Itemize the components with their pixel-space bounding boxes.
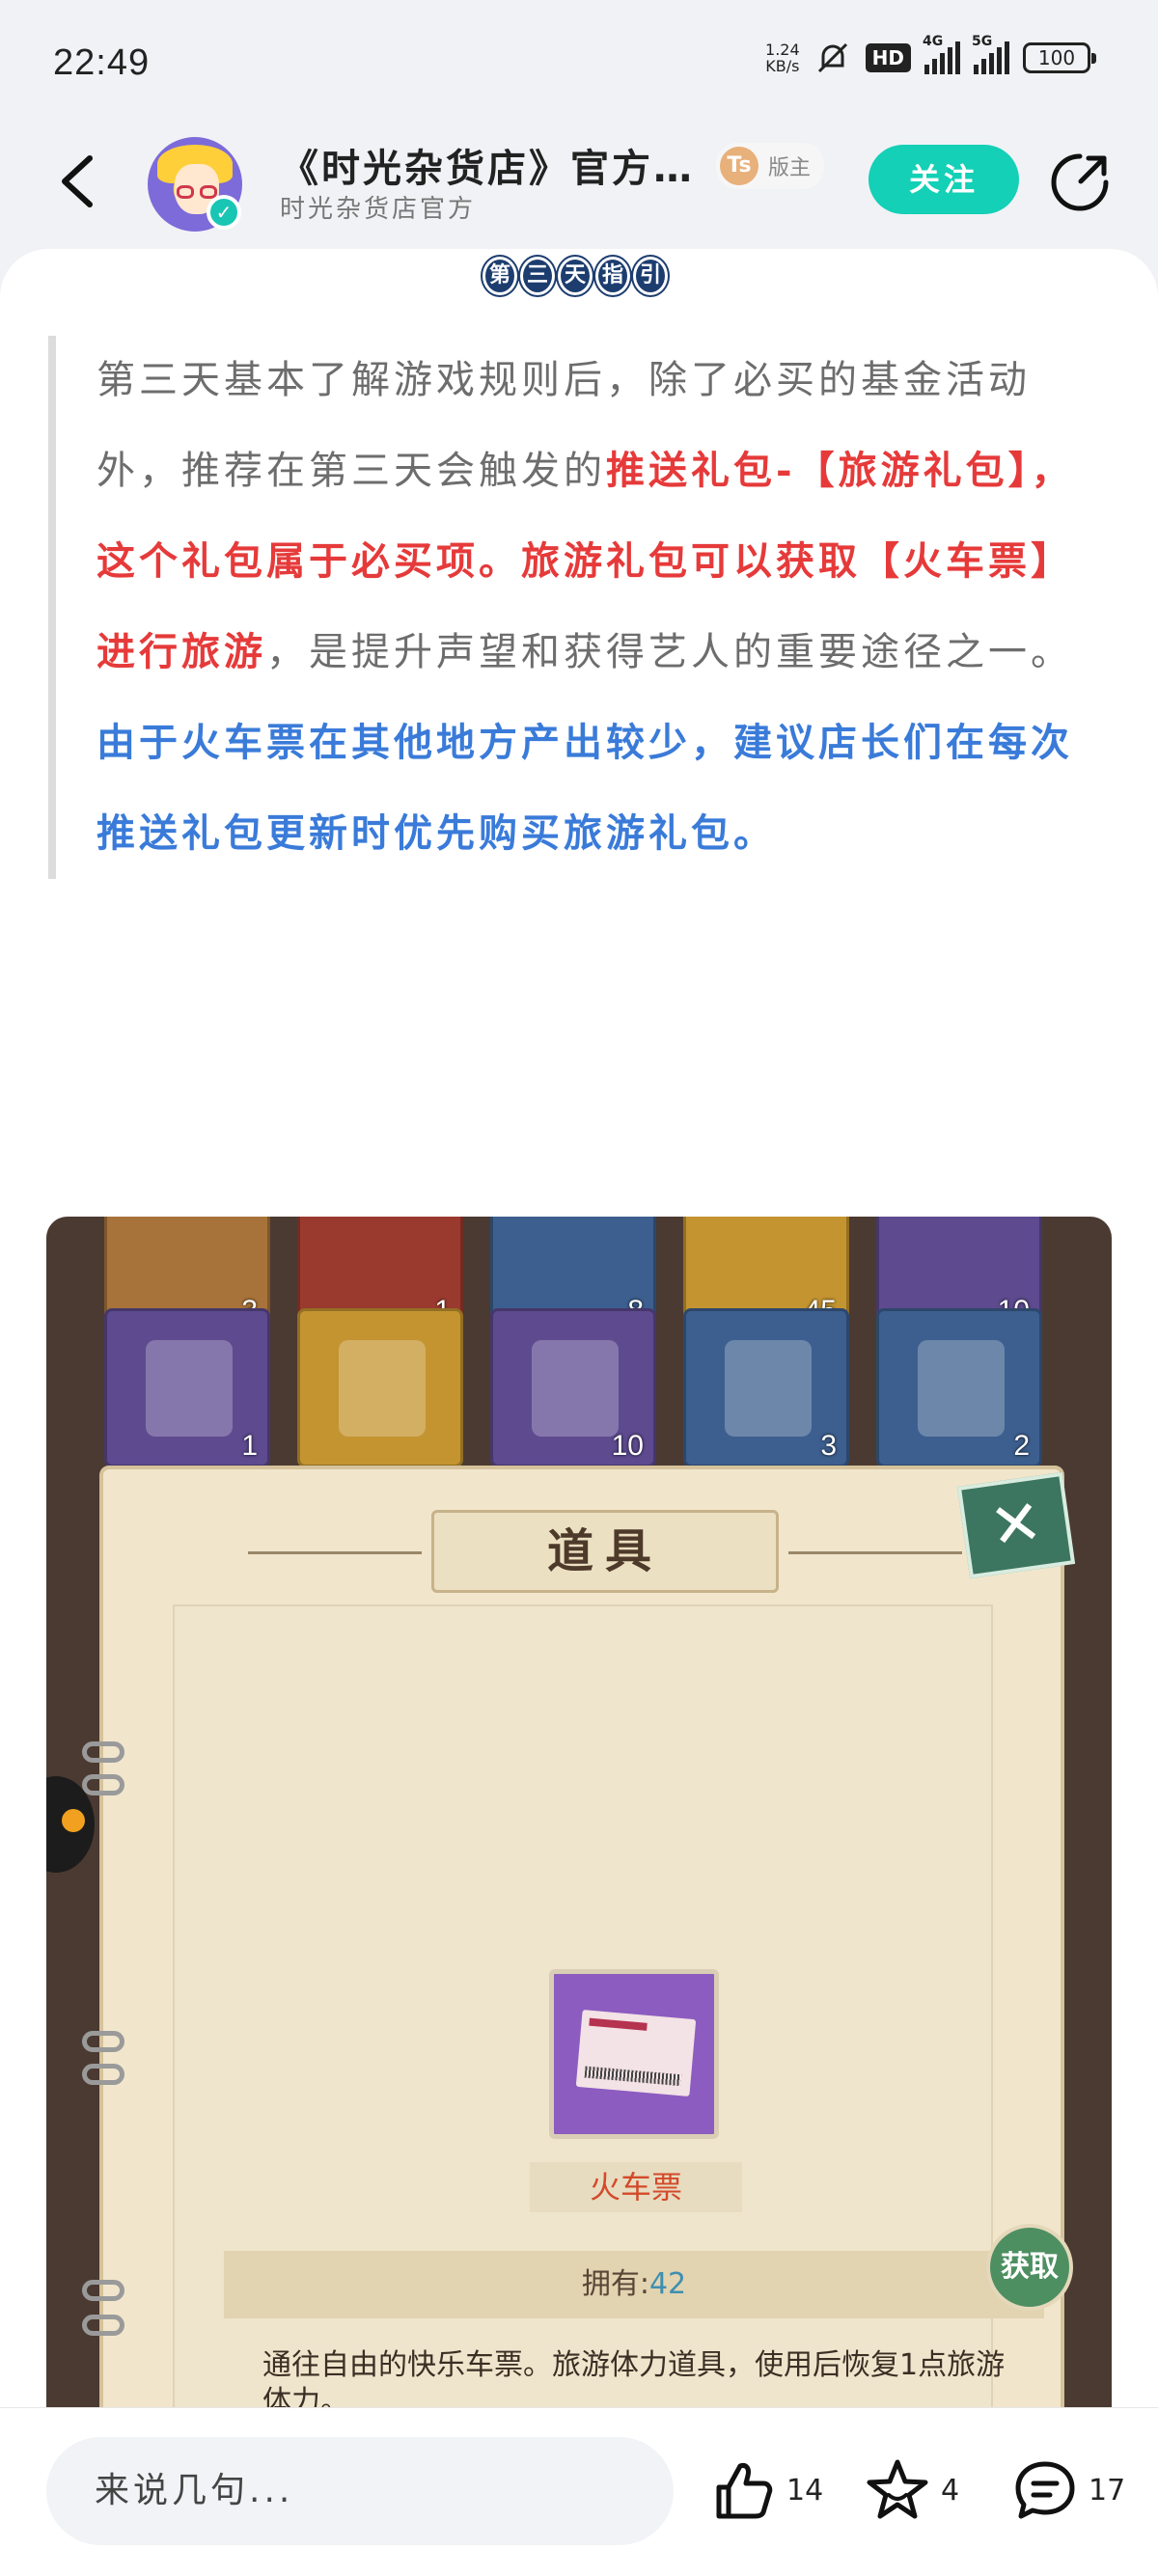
signal-2-tag: 5G [972,34,993,49]
comment-input[interactable]: 来说几句... [46,2437,674,2545]
divider [788,1551,962,1554]
comment-bubble-icon [1015,2461,1075,2519]
get-button[interactable]: 获取 [986,2224,1073,2311]
battery-icon: 100 [1023,42,1096,73]
inventory-item: 2 [876,1308,1042,1467]
item-count: 1 [241,1430,258,1462]
section-heading-char: 指 [593,255,632,297]
star-icon [867,2459,928,2519]
verified-check-icon: ✓ [207,195,241,230]
mute-bell-icon [817,42,847,73]
item-count: 3 [820,1430,837,1462]
inventory-item: 3 [683,1308,849,1467]
section-heading-char: 三 [518,255,557,297]
signal-1-icon: 4G [923,34,960,74]
status-bar: 22:49 1.24 KB/s HD 4G 5G 100 [0,0,1158,125]
moderator-icon: Ts [720,147,758,185]
share-icon[interactable] [1048,151,1112,214]
back-arrow-icon[interactable] [53,152,111,210]
comment-button[interactable]: 17 [1011,2456,1125,2524]
owned-count-bar: 拥有:42 [224,2251,1044,2318]
section-heading-char: 第 [481,255,519,297]
binder-ring-icon [82,2280,124,2301]
binder-ring-icon [82,2031,124,2052]
game-screenshot[interactable]: 3 1 8 45 10 1 10 3 2 道具 火车票 拥有:42 获取 [46,1217,1112,2576]
follow-button[interactable]: 关注 [868,145,1019,214]
author-name[interactable]: 时光杂货店官方 [280,189,476,225]
paragraph-text: ，是提升声望和获得艺人的重要途径之一。 [266,630,1073,674]
item-count: 2 [1013,1430,1030,1462]
close-icon[interactable]: ✕ [956,1471,1076,1579]
bottom-action-bar: 来说几句... 14 4 17 [0,2407,1158,2576]
status-icons: 1.24 KB/s HD 4G 5G 100 [765,34,1096,77]
net-speed-value: 1.24 [765,41,800,59]
binder-ring-icon [82,1741,124,1763]
item-count: 10 [611,1430,644,1462]
inventory-item [297,1308,463,1467]
guide-paragraph: 第三天基本了解游戏规则后，除了必买的基金活动外，推荐在第三天会触发的推送礼包-【… [48,336,1110,879]
inventory-row: 1 10 3 2 [104,1308,1042,1467]
like-count: 14 [786,2473,824,2507]
post-content: 第 三 天 指 引 第三天基本了解游戏规则后，除了必买的基金活动外，推荐在第三天… [0,249,1158,2576]
page-title: 《时光杂货店》官方… [280,147,695,191]
inventory-item: 10 [490,1308,656,1467]
net-speed: 1.24 KB/s [765,41,800,74]
divider [248,1551,422,1554]
favorite-count: 4 [941,2473,960,2507]
item-name: 火车票 [530,2162,742,2212]
net-speed-unit: KB/s [765,57,800,75]
panel-title: 道具 [431,1510,779,1593]
thumbs-up-icon [716,2463,773,2519]
inventory-item: 1 [104,1308,270,1467]
favorite-button[interactable]: 4 [864,2456,959,2524]
section-heading-char: 天 [556,255,594,297]
signal-1-tag: 4G [923,34,944,49]
moderator-label: 版主 [768,156,812,180]
comment-count: 17 [1089,2473,1126,2507]
moderator-badge: Ts 版主 [716,143,825,189]
signal-2-icon: 5G [972,34,1009,74]
owned-count: 42 [648,2267,687,2301]
train-ticket-icon [549,1969,719,2139]
binder-ring-icon [82,1774,124,1795]
status-time: 22:49 [53,41,151,83]
paragraph-highlight-blue: 由于火车票在其他地方产出较少，建议店长们在每次推送礼包更新时优先购买旅游礼包。 [96,720,1073,856]
section-heading-char: 引 [631,255,670,297]
like-button[interactable]: 14 [709,2456,823,2524]
binder-ring-icon [82,2064,124,2085]
post-header: ✓ 《时光杂货店》官方… 时光杂货店官方 Ts 版主 关注 [0,125,1158,251]
owned-label: 拥有: [581,2267,649,2301]
hd-badge: HD [865,43,911,72]
section-heading: 第 三 天 指 引 [481,255,670,297]
binder-ring-icon [82,2315,124,2336]
